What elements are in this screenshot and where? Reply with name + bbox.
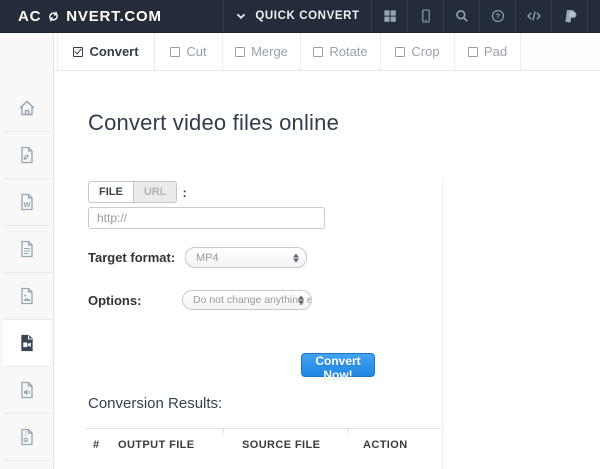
conversion-results-table: # OUTPUT FILE SOURCE FILE ACTION <box>85 428 441 457</box>
options-label: Options: <box>88 293 182 308</box>
tab-convert[interactable]: Convert <box>57 33 155 70</box>
mobile-device-icon <box>418 8 434 24</box>
logo-text-suffix: NVERT.COM <box>66 8 162 25</box>
tab-crop[interactable]: Crop <box>381 33 455 70</box>
tab-label: Convert <box>89 44 138 59</box>
file-tab-button[interactable]: FILE <box>88 181 134 203</box>
quick-convert-label: QUICK CONVERT <box>255 10 359 22</box>
paypal-icon <box>562 8 578 24</box>
chevron-down-icon <box>235 10 247 22</box>
target-format-label: Target format: <box>88 250 185 265</box>
tab-label: Crop <box>411 44 439 59</box>
options-row: Options: Do not change anything else <box>88 290 312 310</box>
target-format-value: MP4 <box>196 252 219 264</box>
form-panel-edge <box>442 178 443 469</box>
operation-tabbar: Convert Cut Merge Rotate Crop Pad <box>54 33 600 71</box>
convert-arrows-icon <box>46 9 61 24</box>
svg-text:?: ? <box>495 12 499 21</box>
url-tab-button[interactable]: URL <box>134 181 178 203</box>
pdf-file-icon <box>17 145 37 165</box>
options-select[interactable]: Do not change anything else <box>182 290 312 310</box>
checkbox-empty-icon <box>170 47 180 57</box>
column-header-action: ACTION <box>363 429 441 458</box>
tab-rotate[interactable]: Rotate <box>301 33 381 70</box>
sidebar-item-word[interactable]: W <box>3 179 50 226</box>
archive-file-icon <box>17 427 37 447</box>
sidebar-item-home[interactable] <box>3 85 50 132</box>
target-format-row: Target format: MP4 <box>88 247 307 268</box>
toggle-colon: : <box>182 185 186 200</box>
page-title: Convert video files online <box>88 110 339 136</box>
word-file-icon: W <box>17 192 37 212</box>
quick-convert-menu[interactable]: QUICK CONVERT <box>223 0 371 32</box>
sidebar-item-archive[interactable] <box>3 414 50 461</box>
results-header-row: # OUTPUT FILE SOURCE FILE ACTION <box>85 429 441 458</box>
search-icon <box>454 8 470 24</box>
paypal-donate-button[interactable] <box>551 0 587 32</box>
tab-cut[interactable]: Cut <box>155 33 223 70</box>
text-file-icon <box>17 239 37 259</box>
help-button[interactable]: ? <box>479 0 515 32</box>
mobile-version-button[interactable] <box>407 0 443 32</box>
apps-grid-button[interactable] <box>371 0 407 32</box>
target-format-select[interactable]: MP4 <box>185 247 307 268</box>
select-spinner-icon <box>293 253 299 262</box>
help-icon: ? <box>490 8 506 24</box>
tab-label: Cut <box>186 44 206 59</box>
site-logo[interactable]: AC NVERT.COM <box>0 0 162 32</box>
tab-label: Merge <box>251 44 288 59</box>
top-navbar: AC NVERT.COM QUICK CONVERT <box>0 0 600 33</box>
tab-merge[interactable]: Merge <box>223 33 301 70</box>
sidebar-item-text[interactable] <box>3 226 50 273</box>
search-button[interactable] <box>443 0 479 32</box>
checkbox-empty-icon <box>468 47 478 57</box>
column-header-source-file: SOURCE FILE <box>242 429 363 458</box>
checkbox-empty-icon <box>235 47 245 57</box>
checkbox-empty-icon <box>313 47 323 57</box>
checkbox-empty-icon <box>395 47 405 57</box>
sidebar-item-audio[interactable] <box>3 367 50 414</box>
tab-label: Pad <box>484 44 507 59</box>
main-content: Convert video files online FILE URL : Ta… <box>54 71 600 469</box>
table-column-tick <box>347 428 348 433</box>
apps-grid-icon <box>382 8 398 24</box>
source-type-toggle: FILE URL : <box>88 181 187 203</box>
svg-text:W: W <box>23 200 31 209</box>
column-header-number: # <box>85 429 118 458</box>
embed-code-button[interactable] <box>515 0 551 32</box>
table-column-tick <box>223 428 224 433</box>
home-icon <box>17 98 37 118</box>
sidebar-item-pdf[interactable] <box>3 132 50 179</box>
tab-pad[interactable]: Pad <box>455 33 521 70</box>
video-file-icon <box>17 333 37 353</box>
navbar-spacer <box>587 0 600 32</box>
url-input[interactable] <box>88 207 325 229</box>
conversion-results-heading: Conversion Results: <box>88 395 222 412</box>
code-embed-icon <box>526 8 542 24</box>
audio-file-icon <box>17 380 37 400</box>
image-file-icon <box>17 286 37 306</box>
filetype-sidebar: W <box>0 33 54 469</box>
navbar-actions: QUICK CONVERT ? <box>223 0 600 32</box>
options-value: Do not change anything else <box>193 294 312 306</box>
sidebar-item-video[interactable] <box>3 320 50 367</box>
tab-label: Rotate <box>329 44 367 59</box>
checkbox-checked-icon <box>73 47 83 57</box>
tabbar-filler <box>521 33 600 70</box>
sidebar-item-image[interactable] <box>3 273 50 320</box>
convert-now-button[interactable]: Convert Now! <box>301 353 375 377</box>
select-spinner-icon <box>298 296 304 305</box>
logo-text-prefix: AC <box>18 8 41 25</box>
